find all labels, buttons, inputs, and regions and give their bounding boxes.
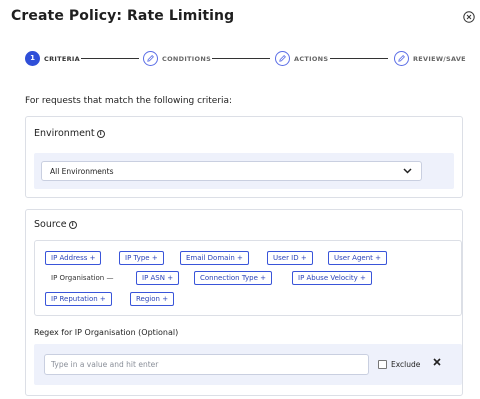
step-connector (212, 58, 270, 59)
step-criteria-label[interactable]: CRITERIA (44, 55, 80, 63)
step-review-label[interactable]: REVIEW/SAVE (413, 55, 466, 63)
chip-region[interactable]: Region + (130, 292, 175, 306)
chevron-down-icon (403, 168, 412, 174)
chip-ip-reputation[interactable]: IP Reputation + (45, 292, 112, 306)
chip-ip-abuse-velocity[interactable]: IP Abuse Velocity + (292, 271, 372, 285)
environment-title: Environment (34, 128, 95, 139)
exclude-label: Exclude (391, 360, 421, 369)
chip-ip-type[interactable]: IP Type + (119, 251, 164, 265)
regex-panel: Exclude (34, 344, 462, 385)
pencil-icon (279, 55, 286, 62)
chip-user-agent[interactable]: User Agent + (328, 251, 387, 265)
info-icon[interactable]: i (96, 130, 105, 138)
criteria-intro: For requests that match the following cr… (25, 96, 233, 106)
environment-heading: Environment i (34, 128, 105, 139)
chip-ip-address[interactable]: IP Address + (45, 251, 102, 265)
step-review-badge[interactable] (394, 51, 409, 66)
regex-label: Regex for IP Organisation (Optional) (34, 328, 179, 337)
step-conditions-label[interactable]: CONDITIONS (162, 55, 211, 63)
environment-panel: All Environments (34, 153, 454, 189)
exclude-checkbox[interactable] (378, 360, 387, 369)
chip-ip-organisation[interactable]: IP Organisation — (45, 271, 120, 285)
source-card: Source i IP Address + IP Type + Email Dom… (25, 209, 463, 396)
step-actions-badge[interactable] (275, 51, 290, 66)
environment-card: Environment i All Environments (25, 116, 463, 198)
chip-ip-asn[interactable]: IP ASN + (136, 271, 180, 285)
step-connector (81, 58, 139, 59)
step-conditions-badge[interactable] (143, 51, 158, 66)
close-icon[interactable] (463, 11, 475, 23)
pencil-icon (147, 55, 154, 62)
environment-select[interactable]: All Environments (41, 161, 422, 181)
chip-email-domain[interactable]: Email Domain + (180, 251, 249, 265)
dialog-title: Create Policy: Rate Limiting (11, 8, 235, 24)
info-icon[interactable]: i (68, 221, 77, 229)
regex-input[interactable] (44, 354, 369, 375)
source-heading: Source i (34, 219, 77, 230)
remove-icon[interactable] (432, 357, 442, 367)
chip-connection-type[interactable]: Connection Type + (194, 271, 273, 285)
environment-select-value: All Environments (50, 167, 114, 176)
source-chip-panel: IP Address + IP Type + Email Domain + Us… (34, 240, 462, 316)
source-title: Source (34, 219, 67, 230)
step-connector (330, 58, 388, 59)
step-1-badge[interactable]: 1 (25, 51, 40, 66)
chip-user-id[interactable]: User ID + (267, 251, 313, 265)
step-actions-label[interactable]: ACTIONS (294, 55, 328, 63)
stepper: 1 CRITERIA CONDITIONS ACTIONS REVIEW/SAV… (0, 51, 480, 69)
pencil-icon (398, 55, 405, 62)
